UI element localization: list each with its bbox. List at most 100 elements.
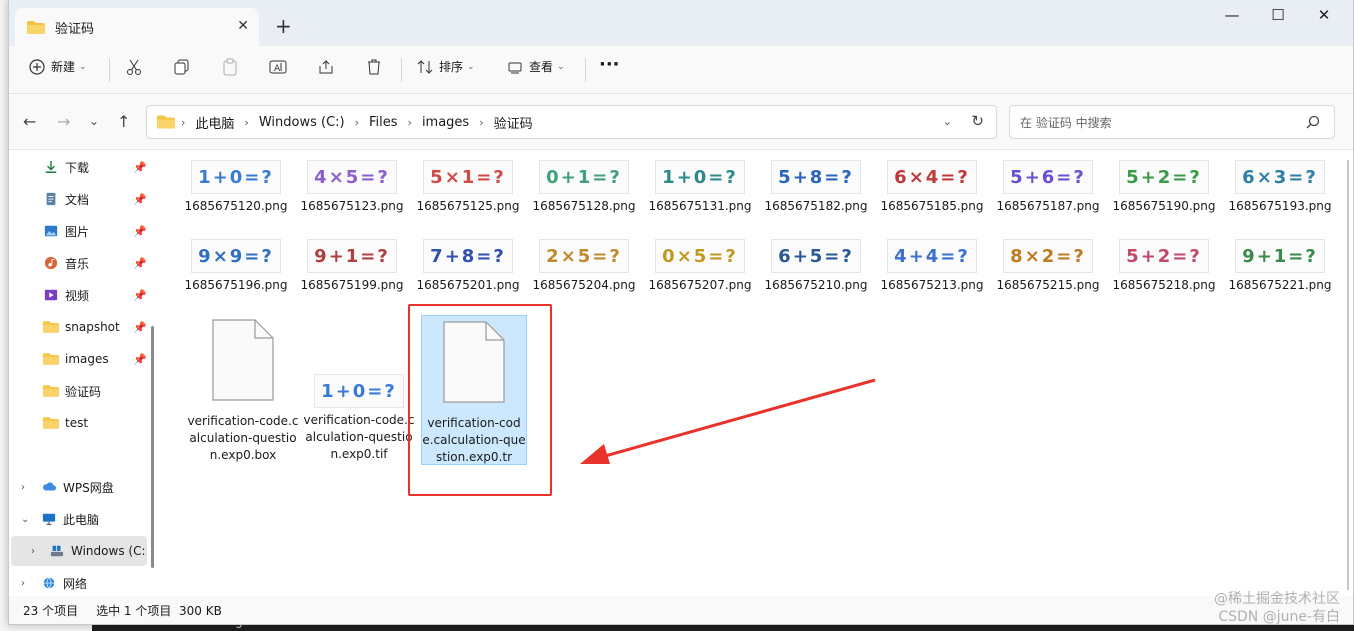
sidebar-item-images[interactable]: images 📌 [9, 344, 153, 374]
sidebar-item-pictures[interactable]: 图片 📌 [9, 216, 153, 246]
address-history-chevron-icon[interactable]: ⌄ [943, 115, 952, 128]
paste-button[interactable] [221, 58, 245, 76]
file-item[interactable]: 8×2=? 1685675215.png [993, 239, 1103, 294]
folder-icon [43, 321, 59, 333]
file-item[interactable]: 7+8=? 1685675201.png [413, 239, 523, 294]
breadcrumb-images[interactable]: images [422, 115, 469, 130]
file-item[interactable]: 5+2=? 1685675190.png [1109, 160, 1219, 215]
file-name: 1685675196.png [184, 278, 288, 292]
file-item[interactable]: 9+1=? 1685675221.png [1225, 239, 1335, 294]
selection-info: 选中 1 个项目 300 KB [96, 604, 222, 618]
share-button[interactable] [317, 58, 341, 76]
up-arrow-icon[interactable]: ↑ [117, 112, 130, 131]
sidebar-item-test[interactable]: test [9, 408, 153, 438]
view-icon [508, 62, 522, 73]
view-button[interactable]: 查看 ⌄ [507, 58, 565, 75]
file-item[interactable]: verification-code.calculation-question.e… [187, 318, 299, 464]
file-item[interactable]: 6×3=? 1685675193.png [1225, 160, 1335, 215]
file-thumbnail: 8×2=? [1003, 239, 1093, 273]
search-placeholder: 在 验证码 中搜索 [1020, 115, 1112, 130]
sidebar-item-documents[interactable]: 文档 📌 [9, 184, 153, 214]
sidebar-item-wps-cloud[interactable]: › WPS网盘 [9, 472, 153, 502]
network-icon [43, 577, 55, 589]
file-item[interactable]: 1+0=? 1685675120.png [181, 160, 291, 215]
file-item[interactable]: 4×5=? 1685675123.png [297, 160, 407, 215]
sidebar-item-network[interactable]: › 网络 [9, 568, 153, 598]
watermark: @稀土掘金技术社区 CSDN @june-有白 [1214, 590, 1340, 626]
copy-icon [174, 59, 189, 75]
music-icon [44, 256, 58, 270]
chevron-right-icon[interactable]: › [21, 482, 25, 493]
file-item[interactable]: 6×4=? 1685675185.png [877, 160, 987, 215]
file-item[interactable]: 6+5=? 1685675210.png [761, 239, 871, 294]
content-scrollbar[interactable] [1347, 160, 1349, 590]
pin-icon: 📌 [133, 352, 147, 366]
chevron-right-icon[interactable]: › [31, 546, 35, 557]
maximize-button[interactable]: ☐ [1263, 6, 1293, 24]
search-box[interactable]: 在 验证码 中搜索 [1009, 105, 1335, 139]
chevron-right-icon[interactable]: › [21, 578, 25, 589]
sidebar-item-verification[interactable]: 验证码 [9, 376, 153, 406]
item-count: 23 个项目 [23, 604, 79, 618]
sidebar-scrollbar[interactable] [151, 326, 154, 568]
file-thumbnail: 5+6=? [1003, 160, 1093, 194]
watermark-line-1: @稀土掘金技术社区 [1214, 591, 1340, 607]
sidebar-item-drive-c[interactable]: › Windows (C: [11, 536, 147, 566]
file-item[interactable]: 5+8=? 1685675182.png [761, 160, 871, 215]
file-thumbnail: 9+1=? [307, 239, 397, 273]
breadcrumb-drive-c[interactable]: Windows (C:) [259, 115, 345, 130]
close-window-button[interactable]: ✕ [1309, 6, 1339, 24]
file-item[interactable]: 5+2=? 1685675218.png [1109, 239, 1219, 294]
folder-icon [43, 353, 59, 365]
recent-chevron-icon[interactable]: ⌄ [89, 114, 99, 128]
new-tab-button[interactable]: + [275, 14, 292, 38]
chevron-down-icon[interactable]: ⌄ [21, 514, 29, 525]
file-item[interactable]: 5+6=? 1685675187.png [993, 160, 1103, 215]
sidebar-item-snapshot[interactable]: snapshot 📌 [9, 312, 153, 342]
scissors-icon [127, 59, 141, 75]
minimize-button[interactable]: — [1217, 6, 1247, 24]
more-options-button[interactable]: ··· [599, 54, 620, 75]
back-arrow-icon[interactable]: ← [23, 112, 36, 131]
file-name: 1685675120.png [184, 199, 288, 213]
cut-button[interactable] [125, 58, 149, 76]
file-item[interactable]: 2×5=? 1685675204.png [529, 239, 639, 294]
file-item[interactable]: 0×5=? 1685675207.png [645, 239, 755, 294]
file-thumbnail: 9+1=? [1235, 239, 1325, 273]
file-thumbnail: 1+0=? [314, 374, 404, 408]
file-item[interactable]: 9×9=? 1685675196.png [181, 239, 291, 294]
file-name: 1685675210.png [764, 278, 868, 292]
sidebar-item-downloads[interactable]: 下载 📌 [9, 152, 153, 182]
file-item[interactable]: 5×1=? 1685675125.png [413, 160, 523, 215]
tab-current-folder[interactable]: 验证码 ✕ [15, 8, 259, 46]
sort-button[interactable]: 排序 ⌄ [417, 58, 475, 75]
address-bar[interactable]: › 此电脑 › Windows (C:) › Files › images › … [146, 105, 997, 139]
file-item-selected[interactable]: verification-code.calculation-question.e… [421, 315, 527, 465]
breadcrumb-separator-icon: › [244, 115, 249, 129]
refresh-icon[interactable]: ↻ [971, 112, 984, 130]
rename-button[interactable]: A [269, 58, 293, 76]
breadcrumb-verification[interactable]: 验证码 [494, 113, 533, 132]
file-item[interactable]: 1+0=? 1685675131.png [645, 160, 755, 215]
forward-arrow-icon[interactable]: → [57, 112, 70, 131]
delete-button[interactable] [365, 58, 389, 76]
drive-icon [50, 545, 64, 557]
sidebar-item-videos[interactable]: 视频 📌 [9, 280, 153, 310]
close-tab-icon[interactable]: ✕ [237, 18, 249, 34]
file-thumbnail: 4+4=? [887, 239, 977, 273]
file-item[interactable]: 0+1=? 1685675128.png [529, 160, 639, 215]
sidebar-item-this-pc[interactable]: ⌄ 此电脑 [9, 504, 153, 534]
file-item[interactable]: 1+0=? verification-code.calculation-ques… [303, 318, 415, 463]
file-explorer-window: 验证码 ✕ + — ☐ ✕ 新建 ⌄ A 排序 ⌄ 查看 ⌄ ··· ← → ⌄… [8, 0, 1354, 625]
blank-file-icon [443, 321, 505, 403]
sidebar-item-music[interactable]: 音乐 📌 [9, 248, 153, 278]
clipboard-icon [223, 58, 237, 76]
file-name: 1685675218.png [1112, 278, 1216, 292]
breadcrumb-this-pc[interactable]: 此电脑 [195, 113, 234, 132]
file-item[interactable]: 4+4=? 1685675213.png [877, 239, 987, 294]
file-item[interactable]: 9+1=? 1685675199.png [297, 239, 407, 294]
new-button[interactable]: 新建 ⌄ [29, 58, 87, 75]
breadcrumb-files[interactable]: Files [369, 115, 398, 130]
copy-button[interactable] [173, 58, 197, 76]
pin-icon: 📌 [133, 224, 147, 238]
